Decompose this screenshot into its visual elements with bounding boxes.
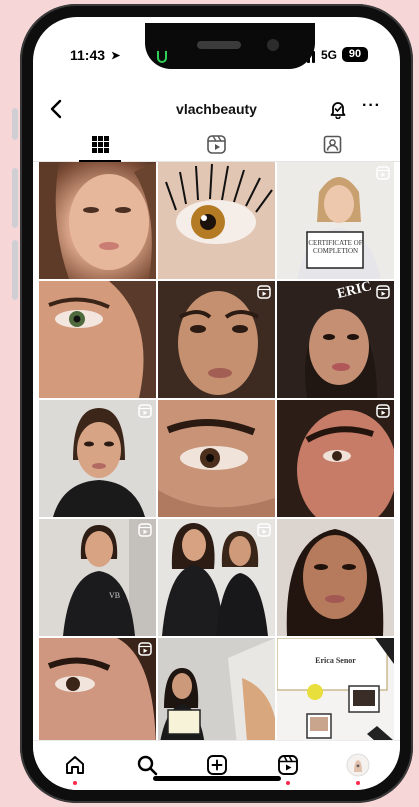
grid-post[interactable] [39,400,156,517]
reels-icon [138,642,152,656]
phone-button-volume-up [12,168,18,228]
post-image [158,638,275,740]
notification-dot [286,781,290,785]
activity-indicator-icon [157,51,167,63]
grid-post[interactable] [277,400,394,517]
home-indicator[interactable] [153,776,281,781]
bottom-nav-bar: ✶ [33,740,400,790]
reels-icon [138,404,152,418]
post-image [277,638,394,740]
phone-button-volume-down [12,240,18,300]
notification-dot [356,781,360,785]
reels-icon [376,166,390,180]
nav-search-button[interactable] [133,751,161,779]
grid-post[interactable] [39,281,156,398]
posts-grid: CERTIFICATE OF COMPLETION ERIC VB Erica … [33,162,400,740]
grid-post[interactable] [158,400,275,517]
grid-post[interactable] [158,519,275,636]
nav-create-button[interactable] [203,751,231,779]
tab-reels[interactable] [155,127,277,161]
notifications-button[interactable] [329,99,347,120]
post-image [39,281,156,398]
reels-icon [138,523,152,537]
plus-square-icon [207,755,227,775]
status-time: 11:43 [70,47,106,63]
tab-posts-grid[interactable] [39,127,161,162]
reels-icon [278,755,298,775]
bell-icon [330,102,346,120]
grid-icon [91,135,109,153]
reels-icon [376,285,390,299]
search-icon [137,755,158,776]
more-options-button[interactable]: ··· [362,97,381,115]
reels-icon [257,523,271,537]
front-camera [267,39,279,51]
profile-header: vlachbeauty ··· [33,97,400,125]
reels-icon [376,404,390,418]
phone-button-silent [12,108,18,140]
grid-post[interactable] [39,638,156,740]
speaker-grille [197,41,241,49]
grid-post[interactable] [39,162,156,279]
location-arrow-icon: ➤ [111,50,121,62]
grid-post[interactable]: ERIC [277,281,394,398]
svg-text:✶: ✶ [355,763,360,770]
nav-home-button[interactable] [61,751,89,785]
post-caption: VB [109,591,121,600]
grid-post[interactable]: CERTIFICATE OF COMPLETION [277,162,394,279]
nav-profile-button[interactable]: ✶ [344,751,372,785]
reels-icon [206,134,226,154]
grid-post[interactable] [158,638,275,740]
notification-dot [73,781,77,785]
post-image [158,400,275,517]
tagged-icon [323,135,341,153]
grid-post[interactable]: Erica Senor [277,638,394,740]
nav-reels-button[interactable] [274,751,302,785]
grid-post[interactable] [158,281,275,398]
grid-post[interactable] [277,519,394,636]
post-caption: Erica Senor [315,656,356,665]
battery-indicator: 90 [342,47,368,62]
post-image [39,162,156,279]
phone-frame: 11:43 ➤ 5G 90 vlachbeauty ··· CERTIFICAT… [20,4,413,803]
profile-tabs [33,127,400,162]
grid-post[interactable]: VB [39,519,156,636]
screen: 11:43 ➤ 5G 90 vlachbeauty ··· CERTIFICAT… [33,17,400,790]
tab-tagged[interactable] [271,127,393,161]
avatar: ✶ [346,753,370,777]
grid-post[interactable] [158,162,275,279]
more-icon: ··· [362,97,381,114]
post-caption: CERTIFICATE OF COMPLETION [308,239,363,255]
post-image [277,519,394,636]
home-icon [66,756,84,774]
post-image [158,162,275,279]
network-type: 5G [321,48,338,62]
reels-icon [257,285,271,299]
dynamic-island [145,23,315,69]
